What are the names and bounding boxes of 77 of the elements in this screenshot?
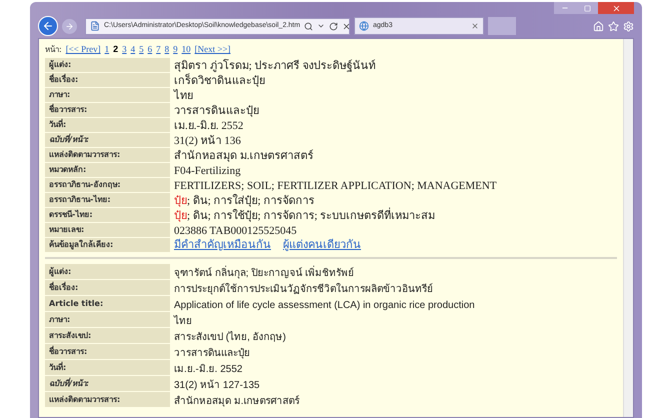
settings-icon[interactable] [623,20,634,32]
scrollbar[interactable] [623,39,633,417]
field-label: ดรรชนี-ไทย: [45,208,170,222]
back-button[interactable] [38,16,58,36]
page-link[interactable]: 6 [148,42,152,56]
field-value: 31(2) หน้า 136 [174,135,241,147]
field-value: จุฑารัตน์ กลิ่นกุล; ปิยะกาญจน์ เพิ่มชิทรัพย์ [174,268,354,278]
back-arrow-icon [42,20,54,32]
field-value: วารสารดินและปุ๋ย [174,348,250,358]
field-value: เม.ย.-มิ.ย. 2552 [174,120,244,132]
page-link[interactable]: 10 [182,42,191,56]
page-link[interactable]: 1 [104,42,110,56]
page-link[interactable]: 9 [173,42,178,56]
field-label: ค้นข้อมูลใกล้เคียง: [45,238,170,252]
field-value: Application of life cycle assessment (LCA) in organic rice production [174,300,475,310]
field-value: เม.ย.-มิ.ย. 2552 [174,364,242,374]
field-label: ภาษา: [45,88,170,102]
close-tab-icon[interactable] [471,22,479,30]
field-value: 31(2) หน้า 127-135 [174,380,260,390]
field-label: ผู้แต่ง: [45,58,170,72]
field-label: ฉบับที่/หน้า: [45,376,170,391]
field-value: ปุ๋ย; ดิน; การใส่ปุ๋ย; การจัดการ [174,195,314,207]
stop-icon[interactable] [342,22,352,30]
page-icon [90,21,100,31]
field-label: หมายเลข: [45,223,170,237]
field-value: สุมิตรา ภู่วโรดม; ประภาศรี จงประดิษฐ์นันท์ [174,60,376,72]
pager-label: หน้า: [45,44,62,56]
field-label: ชื่อวารสาร: [45,103,170,117]
forward-arrow-icon [65,22,74,30]
field-label: สาระสังเขป: [45,328,170,343]
prev-link[interactable]: [<< Prev] [66,42,101,56]
field-value: F04-Fertilizing [174,165,241,177]
close-icon [612,4,620,12]
page-link[interactable]: 5 [139,42,144,56]
field-value: เกร็ดวิชาดินและปุ๋ย [174,75,265,87]
field-value: ไทย [174,316,192,326]
page-link[interactable]: 2 [113,42,118,56]
globe-icon [359,21,369,31]
related-link[interactable]: มีคำสำคัญเหมือนกัน [174,240,271,250]
field-value: สำนักหอสมุด ม.เกษตรศาสตร์ [174,150,314,162]
close-button[interactable] [598,2,634,14]
dropdown-icon[interactable] [317,22,326,30]
field-label: ชื่อเรื่อง: [45,280,170,295]
maximize-button[interactable] [576,2,598,14]
field-label: ผู้แต่ง: [45,264,170,279]
field-value: สำนักหอสมุด ม.เกษตรศาสตร์ [174,396,300,406]
field-value: การประยุกต์ใช้การประเมินวัฏจักรชีวิตในการผลิตข้าวอินทรีย์ [174,284,433,294]
refresh-icon[interactable] [329,22,338,30]
field-label: วันที่: [45,118,170,132]
related-link[interactable]: ผู้แต่งคนเดียวกัน [283,240,361,250]
field-label: Article title: [45,296,170,311]
field-label: วันที่: [45,360,170,375]
field-value: 023886 TAB000125525045 [174,225,297,237]
field-label: อรรถาภิธาน-ไทย: [45,193,170,207]
field-value: สาระสังเขป (ไทย, อังกฤษ) [174,332,286,342]
search-icon[interactable] [304,22,314,30]
field-label: แหล่งติดตามวารสาร: [45,148,170,162]
forward-button[interactable] [62,18,77,34]
field-label: แหล่งติดตามวารสาร: [45,392,170,407]
page-link[interactable]: 4 [130,42,136,56]
field-value: วารสารดินและปุ๋ย [174,105,259,117]
next-link[interactable]: [Next >>] [194,42,231,56]
favorites-icon[interactable] [608,20,619,32]
field-label: หมวดหลัก: [45,163,170,177]
field-label: อรรถาภิธาน-อังกฤษ: [45,178,170,192]
field-value: ปุ๋ย; ดิน; การใช้ปุ๋ย; การจัดการ; ระบบเกษตรดีที่เหมาะสม [174,210,436,222]
page-link[interactable]: 7 [156,42,161,56]
field-label: ชื่อวารสาร: [45,344,170,359]
field-value: ไทย [174,90,193,102]
home-icon[interactable] [593,20,604,32]
field-value: FERTILIZERS; SOIL; FERTILIZER APPLICATION; MANAGEMENT [174,180,497,192]
page-link[interactable]: 3 [122,42,127,56]
maximize-icon [584,4,590,12]
field-label: ภาษา: [45,312,170,327]
field-label: ชื่อเรื่อง: [45,73,170,87]
page-link[interactable]: 8 [164,42,170,56]
field-label: ฉบับที่/หน้า: [45,133,170,147]
